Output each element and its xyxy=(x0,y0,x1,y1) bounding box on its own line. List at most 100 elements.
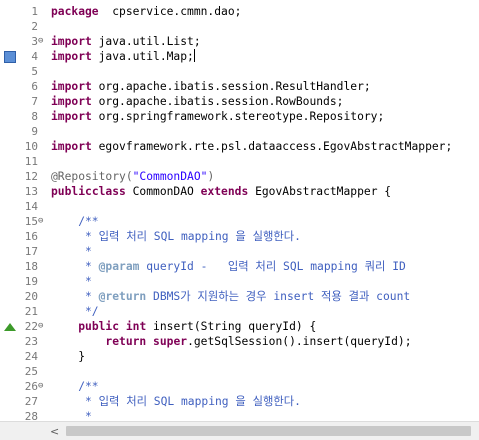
javadoc-token: */ xyxy=(51,305,99,318)
javadoc-token: * 입력 처리 SQL mapping 을 실행한다. xyxy=(51,230,301,243)
code-text[interactable]: public int insert(String queryId) { xyxy=(51,319,316,334)
code-line[interactable]: 27 * 입력 처리 SQL mapping 을 실행한다. xyxy=(0,394,479,409)
line-number: 3 xyxy=(31,35,38,48)
code-line[interactable]: 18 * @param queryId - 입력 처리 SQL mapping … xyxy=(0,259,479,274)
line-number: 12 xyxy=(24,170,38,183)
code-line[interactable]: 16 * 입력 처리 SQL mapping 을 실행한다. xyxy=(0,229,479,244)
code-line[interactable]: 22 ⊖ public int insert(String queryId) { xyxy=(0,319,479,334)
javadoc-token: * xyxy=(51,260,99,273)
line-number: 13 xyxy=(24,185,38,198)
line-number: 11 xyxy=(24,155,38,168)
code-text[interactable]: package cpservice.cmmn.dao; xyxy=(51,4,241,19)
code-token: insert(String queryId) { xyxy=(146,320,317,333)
code-line[interactable]: 8 import org.springframework.stereotype.R… xyxy=(0,109,479,124)
line-number: 22 xyxy=(24,320,38,333)
code-line[interactable]: 10 import egovframework.rte.psl.dataacces… xyxy=(0,139,479,154)
code-text[interactable]: publicclass CommonDAO extends EgovAbstra… xyxy=(51,184,391,199)
code-text[interactable]: * @param queryId - 입력 처리 SQL mapping 쿼리 … xyxy=(51,259,406,274)
fold-toggle-icon[interactable]: ⊖ xyxy=(38,322,47,331)
fold-toggle-icon[interactable]: ⊖ xyxy=(38,382,47,391)
javadoc-token: * 입력 처리 SQL mapping 을 실행한다. xyxy=(51,395,301,408)
code-token: EgovAbstractMapper { xyxy=(248,185,392,198)
code-line[interactable]: 12 @Repository("CommonDAO") xyxy=(0,169,479,184)
code-text[interactable]: import egovframework.rte.psl.dataaccess.… xyxy=(51,139,452,154)
code-line[interactable]: 21 */ xyxy=(0,304,479,319)
code-line[interactable]: 26 ⊖ /** xyxy=(0,379,479,394)
line-number: 27 xyxy=(24,395,38,408)
code-editor[interactable]: 1 package cpservice.cmmn.dao; 2 3 ⊖ import ja… xyxy=(0,0,479,440)
fold-toggle-icon[interactable]: ⊖ xyxy=(38,217,47,226)
code-line[interactable]: 24 } xyxy=(0,349,479,364)
code-line[interactable]: 3 ⊖ import java.util.List; xyxy=(0,34,479,49)
line-number: 10 xyxy=(24,140,38,153)
code-line[interactable]: 5 xyxy=(0,64,479,79)
line-number: 1 xyxy=(31,5,38,18)
code-text[interactable]: import org.apache.ibatis.session.ResultH… xyxy=(51,79,371,94)
code-text[interactable]: import org.springframework.stereotype.Re… xyxy=(51,109,384,124)
scroll-left-arrow-icon[interactable]: < xyxy=(50,425,59,438)
gutter-corner xyxy=(0,421,46,440)
line-number: 9 xyxy=(31,125,38,138)
code-line[interactable]: 23 return super.getSqlSession().insert(q… xyxy=(0,334,479,349)
annotation-token: ) xyxy=(207,170,215,183)
keyword-token: class xyxy=(91,185,126,198)
code-line[interactable]: 9 xyxy=(0,124,479,139)
code-text[interactable]: return super.getSqlSession().insert(quer… xyxy=(51,334,411,349)
code-text[interactable]: * @return DBMS가 지원하는 경우 insert 적용 결과 cou… xyxy=(51,289,410,304)
code-line[interactable]: 4 import java.util.Map; xyxy=(0,49,479,64)
code-line[interactable]: 1 package cpservice.cmmn.dao; xyxy=(0,4,479,19)
code-text[interactable]: } xyxy=(51,349,85,364)
code-line[interactable]: 20 * @return DBMS가 지원하는 경우 insert 적용 결과 … xyxy=(0,289,479,304)
horizontal-scrollbar[interactable]: < xyxy=(46,421,479,440)
javadoc-token: queryId - 입력 처리 SQL mapping 쿼리 ID xyxy=(139,260,406,273)
javadoc-token: * xyxy=(51,290,99,303)
keyword-token: super xyxy=(153,335,188,348)
code-line[interactable]: 17 * xyxy=(0,244,479,259)
javadoc-token: /** xyxy=(51,380,99,393)
line-number: 19 xyxy=(24,275,38,288)
keyword-token: import xyxy=(51,80,92,93)
override-marker-icon[interactable] xyxy=(4,323,16,331)
keyword-token: return xyxy=(105,335,147,348)
code-line[interactable]: 15 ⊖ /** xyxy=(0,214,479,229)
code-line[interactable]: 13 publicclass CommonDAO extends EgovAbst… xyxy=(0,184,479,199)
code-line[interactable]: 11 xyxy=(0,154,479,169)
code-line[interactable]: 19 * xyxy=(0,274,479,289)
fold-toggle-icon[interactable]: ⊖ xyxy=(38,37,47,46)
code-text[interactable]: import java.util.Map; xyxy=(51,49,195,64)
code-text[interactable]: * 입력 처리 SQL mapping 을 실행한다. xyxy=(51,394,301,409)
code-text[interactable]: */ xyxy=(51,304,99,319)
line-number: 17 xyxy=(24,245,38,258)
code-line[interactable]: 6 import org.apache.ibatis.session.Result… xyxy=(0,79,479,94)
code-line[interactable]: 25 xyxy=(0,364,479,379)
scrollbar-thumb[interactable] xyxy=(66,426,471,436)
keyword-token: import xyxy=(51,95,92,108)
javadoc-token: /** xyxy=(51,215,99,228)
line-number: 23 xyxy=(24,335,38,348)
code-token: egovframework.rte.psl.dataaccess.EgovAbs… xyxy=(91,140,453,153)
code-line[interactable]: 2 xyxy=(0,19,479,34)
keyword-token: import xyxy=(51,140,92,153)
javadoc-tag-token: @param xyxy=(98,260,140,273)
annotation-token: @Repository( xyxy=(51,170,133,183)
code-text[interactable]: @Repository("CommonDAO") xyxy=(51,169,214,184)
keyword-token: import xyxy=(51,110,92,123)
line-number: 2 xyxy=(31,20,38,33)
keyword-token: extends xyxy=(200,185,249,198)
code-text[interactable]: /** xyxy=(51,214,99,229)
bookmark-marker-icon[interactable] xyxy=(4,51,16,63)
code-line[interactable]: 7 import org.apache.ibatis.session.RowBou… xyxy=(0,94,479,109)
code-text[interactable]: * xyxy=(51,244,92,259)
code-text[interactable]: * xyxy=(51,274,92,289)
code-text[interactable]: /** xyxy=(51,379,99,394)
code-text[interactable]: import java.util.List; xyxy=(51,34,201,49)
line-number: 25 xyxy=(24,365,38,378)
code-line[interactable]: 14 xyxy=(0,199,479,214)
keyword-token: public xyxy=(51,185,92,198)
code-text[interactable]: import org.apache.ibatis.session.RowBoun… xyxy=(51,94,343,109)
code-token: cpservice.cmmn.dao; xyxy=(98,5,242,18)
code-text[interactable]: * 입력 처리 SQL mapping 을 실행한다. xyxy=(51,229,301,244)
